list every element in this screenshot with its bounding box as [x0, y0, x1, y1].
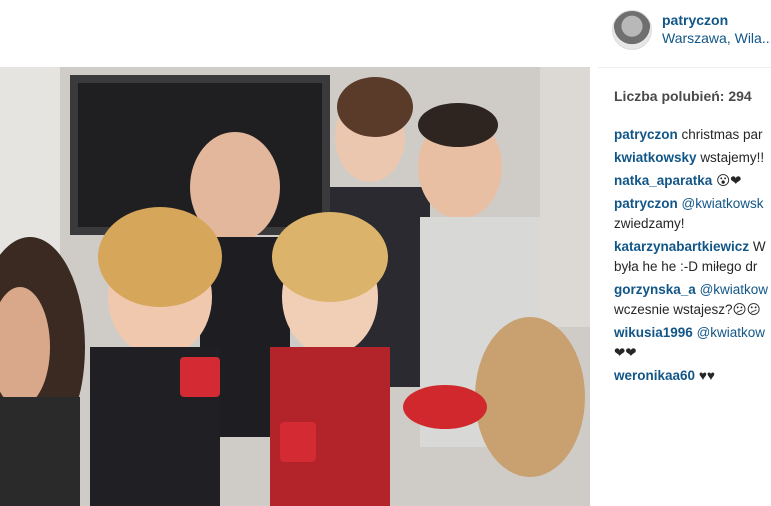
comment-item: gorzynska_a @kwiatkow wczesnie wstajesz?…: [614, 280, 771, 320]
comment-item: katarzynabartkiewicz W była he he :-D mi…: [614, 237, 771, 277]
likes-count[interactable]: Liczba polubień: 294: [614, 88, 752, 104]
comment-item: wikusia1996 @kwiatkow ❤❤: [614, 323, 771, 363]
comment-text: christmas par: [681, 127, 763, 142]
author-username[interactable]: patryczon: [662, 12, 728, 28]
post-header: patryczon Warszawa, Wila...: [612, 10, 771, 50]
comment-username[interactable]: patryczon: [614, 127, 678, 142]
comment-username[interactable]: gorzynska_a: [614, 282, 696, 297]
divider: [598, 67, 771, 68]
comment-username[interactable]: wikusia1996: [614, 325, 693, 340]
post-sidebar: patryczon Warszawa, Wila... Liczba polub…: [590, 0, 771, 506]
comment-text: W: [752, 239, 766, 254]
comment-item: natka_aparatka 😮❤: [614, 171, 771, 191]
comment-text: 😮❤: [716, 173, 742, 188]
comment-text: wczesnie wstajesz?😕😕: [614, 302, 761, 317]
comment-username[interactable]: patryczon: [614, 196, 678, 211]
party-group-photo: [0, 67, 590, 506]
comment-text: wstajemy!!: [700, 150, 765, 165]
comment-username[interactable]: natka_aparatka: [614, 173, 712, 188]
comment-text: zwiedzamy!: [614, 216, 685, 231]
comment-text: ❤❤: [614, 345, 637, 360]
comment-list: patryczon christmas par kwiatkowsky wsta…: [614, 125, 771, 389]
comment-mention[interactable]: @kwiatkow: [697, 325, 765, 340]
comment-text: była he he :-D miłego dr: [614, 259, 758, 274]
comment-item: patryczon @kwiatkowsk zwiedzamy!: [614, 194, 771, 234]
comment-item: weronikaa60 ♥♥: [614, 366, 771, 386]
comment-item: patryczon christmas par: [614, 125, 771, 145]
comment-username[interactable]: katarzynabartkiewicz: [614, 239, 749, 254]
comment-text: ♥♥: [698, 368, 715, 383]
comment-item: kwiatkowsky wstajemy!!: [614, 148, 771, 168]
comment-username[interactable]: weronikaa60: [614, 368, 695, 383]
location-link[interactable]: Warszawa, Wila...: [662, 30, 771, 46]
comment-mention[interactable]: @kwiatkow: [700, 282, 768, 297]
avatar[interactable]: [612, 10, 652, 50]
comment-username[interactable]: kwiatkowsky: [614, 150, 697, 165]
comment-mention[interactable]: @kwiatkowsk: [682, 196, 764, 211]
post-photo[interactable]: [0, 67, 590, 506]
